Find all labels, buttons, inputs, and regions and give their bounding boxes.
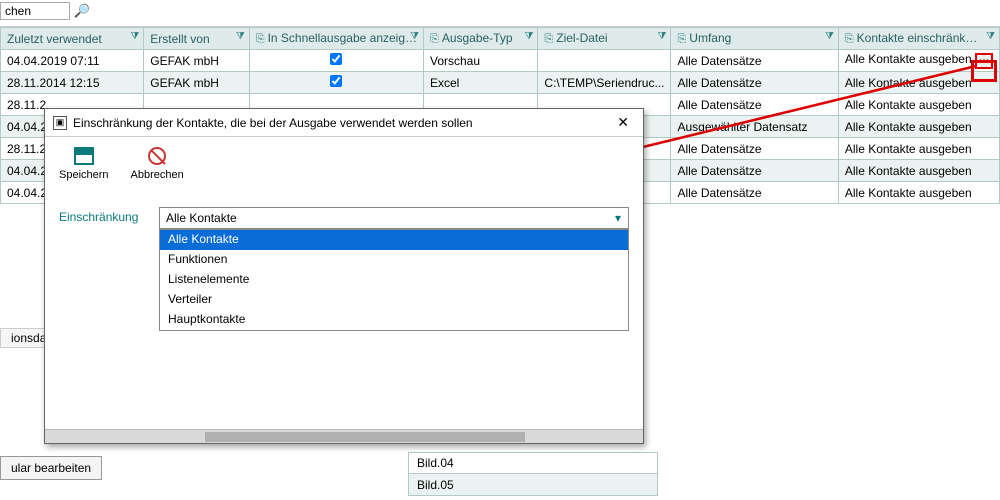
dialog-scrollbar[interactable]	[45, 429, 643, 443]
filter-icon[interactable]: ⧩	[658, 31, 667, 42]
column-header[interactable]: ⎘In Schnellausgabe anzeig…⧩	[249, 28, 423, 50]
save-button[interactable]: Speichern	[59, 147, 109, 181]
dialog-title: Einschränkung der Kontakte, die bei der …	[73, 116, 611, 130]
dropdown-option[interactable]: Alle Kontakte	[160, 230, 628, 250]
dialog-icon: ▣	[53, 116, 67, 130]
restriction-label: Einschränkung	[59, 207, 149, 224]
dropdown-option[interactable]: Hauptkontakte	[160, 310, 628, 330]
quick-checkbox[interactable]	[330, 75, 342, 87]
cancel-icon	[148, 147, 166, 165]
search-input[interactable]	[0, 2, 70, 20]
column-header[interactable]: Erstellt von⧩	[144, 28, 249, 50]
dropdown-option[interactable]: Funktionen	[160, 250, 628, 270]
filter-icon[interactable]: ⧩	[525, 31, 534, 42]
dropdown-option[interactable]: Listenelemente	[160, 270, 628, 290]
save-label: Speichern	[59, 169, 109, 181]
restrict-contacts-dialog: ▣ Einschränkung der Kontakte, die bei de…	[44, 108, 644, 444]
restriction-dropdown: Alle KontakteFunktionenListenelementeVer…	[159, 229, 629, 331]
column-header[interactable]: ⎘Ausgabe-Typ⧩	[424, 28, 538, 50]
list-item[interactable]: Bild.05	[408, 474, 658, 496]
column-header[interactable]: ⎘Umfang⧩	[671, 28, 838, 50]
filter-icon[interactable]: ⧩	[236, 31, 245, 42]
quick-checkbox[interactable]	[330, 53, 342, 65]
edit-form-button[interactable]: ular bearbeiten	[0, 456, 102, 480]
list-item[interactable]: Bild.04	[408, 452, 658, 474]
column-header[interactable]: ⎘Kontakte einschränk…⧩	[838, 28, 999, 50]
search-icon[interactable]: 🔍	[74, 3, 90, 19]
table-row[interactable]: 04.04.2019 07:11GEFAK mbHVorschauAlle Da…	[1, 50, 1000, 72]
filter-icon[interactable]: ⧩	[130, 31, 139, 42]
restriction-combo[interactable]: ▾ Alle KontakteFunktionenListenelementeV…	[159, 207, 629, 229]
cancel-button[interactable]: Abbrechen	[131, 147, 184, 181]
dropdown-option[interactable]: Verteiler	[160, 290, 628, 310]
chevron-down-icon[interactable]: ▾	[608, 208, 628, 228]
cancel-label: Abbrechen	[131, 169, 184, 181]
filter-icon[interactable]: ⧩	[410, 31, 419, 42]
filter-icon[interactable]: ⧩	[986, 31, 995, 42]
column-header[interactable]: ⎘Ziel-Datei⧩	[538, 28, 671, 50]
close-icon[interactable]: ✕	[611, 112, 635, 133]
column-header[interactable]: Zuletzt verwendet⧩	[1, 28, 144, 50]
save-icon	[74, 147, 94, 165]
filter-icon[interactable]: ⧩	[825, 31, 834, 42]
ellipsis-button[interactable]: ⋯	[975, 53, 993, 69]
table-row[interactable]: 28.11.2014 12:15GEFAK mbHExcelC:\TEMP\Se…	[1, 72, 1000, 94]
restriction-input[interactable]	[159, 207, 629, 229]
image-list: Bild.04Bild.05	[408, 452, 658, 496]
